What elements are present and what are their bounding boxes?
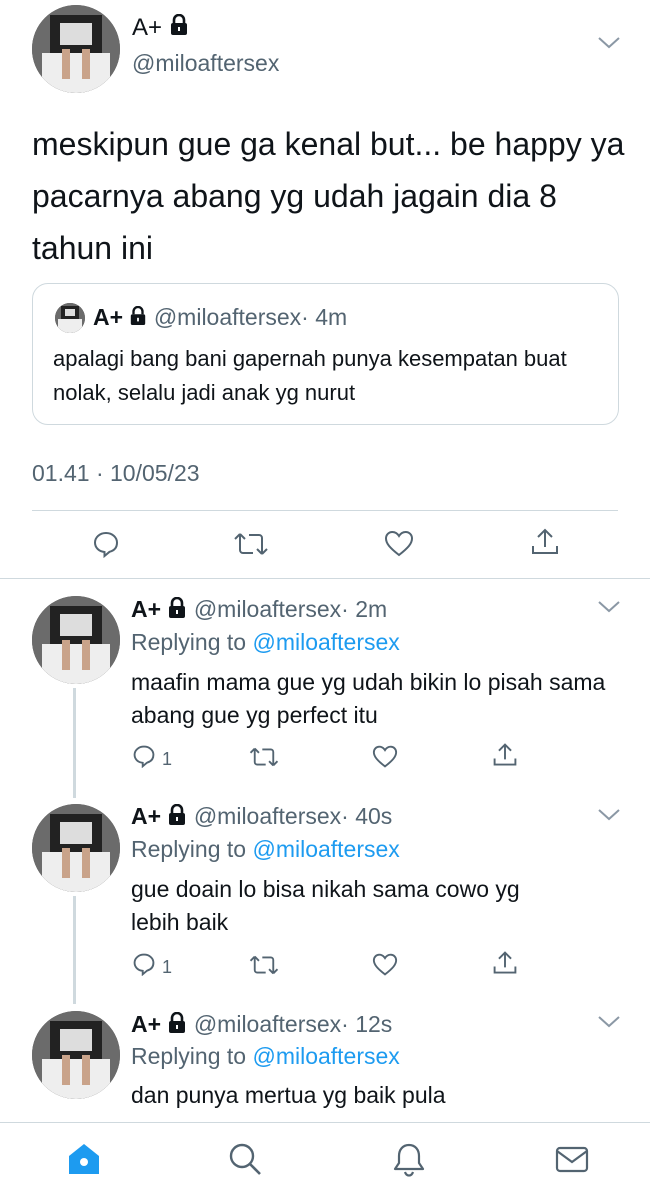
avatar[interactable] xyxy=(32,1011,120,1099)
reply-text: gue doain lo bisa nikah sama cowo yg leb… xyxy=(131,876,520,935)
nav-home-button[interactable] xyxy=(66,1141,102,1177)
tweet-time: · 4m xyxy=(301,304,348,330)
replying-to: Replying to @miloaftersex xyxy=(131,1043,400,1070)
avatar xyxy=(55,303,85,333)
lock-icon xyxy=(129,305,147,332)
replying-to-label: Replying to xyxy=(131,1043,253,1069)
chevron-down-icon[interactable] xyxy=(597,600,621,614)
reply-text: dan punya mertua yg baik pula xyxy=(131,1082,446,1108)
nav-messages-button[interactable] xyxy=(554,1141,590,1177)
share-button[interactable] xyxy=(530,527,560,557)
replying-to-link[interactable]: @miloaftersex xyxy=(252,1043,399,1069)
lock-icon xyxy=(167,1011,187,1040)
username[interactable]: @miloaftersex xyxy=(194,596,341,622)
reply-text: maafin mama gue yg udah bikin lo pisah s… xyxy=(131,669,606,728)
like-button[interactable] xyxy=(372,953,398,977)
reply-header: A+ @miloaftersex· 2m xyxy=(131,596,387,625)
tweet-time: · 12s xyxy=(341,1011,393,1037)
reply-icon xyxy=(132,952,156,976)
share-button[interactable] xyxy=(492,742,518,768)
retweet-icon xyxy=(248,953,280,977)
reply-icon xyxy=(132,744,156,768)
heart-icon xyxy=(372,953,398,977)
chevron-down-icon[interactable] xyxy=(597,808,621,822)
display-name-text: A+ xyxy=(132,14,163,41)
divider xyxy=(0,578,650,579)
display-name-text: A+ xyxy=(93,304,124,330)
replying-to: Replying to @miloaftersex xyxy=(131,836,400,863)
username[interactable]: @miloaftersex xyxy=(132,50,279,77)
reply-icon xyxy=(92,530,120,558)
display-name-text[interactable]: A+ xyxy=(131,596,161,622)
bell-icon xyxy=(392,1141,426,1177)
nav-search-button[interactable] xyxy=(227,1141,263,1177)
replying-to: Replying to @miloaftersex xyxy=(131,629,400,656)
username[interactable]: @miloaftersex xyxy=(194,1011,341,1037)
tweet-text: meskipun gue ga kenal but... be happy ya… xyxy=(32,126,625,266)
retweet-button[interactable] xyxy=(248,953,280,977)
share-button[interactable] xyxy=(492,950,518,976)
tweet-time: · 40s xyxy=(341,803,393,829)
retweet-icon xyxy=(248,745,280,769)
search-icon xyxy=(227,1141,263,1177)
lock-icon xyxy=(167,596,187,625)
username[interactable]: @miloaftersex xyxy=(194,803,341,829)
lock-icon xyxy=(169,13,189,43)
quoted-tweet-header: A+ @miloaftersex· 4m xyxy=(93,304,347,332)
replying-to-link[interactable]: @miloaftersex xyxy=(252,836,399,862)
lock-icon xyxy=(167,803,187,832)
tweet-time: · 2m xyxy=(341,596,388,622)
avatar[interactable] xyxy=(32,596,120,684)
username: @miloaftersex xyxy=(153,304,302,330)
display-name-text[interactable]: A+ xyxy=(131,1011,161,1037)
thread-line xyxy=(73,688,76,798)
reply-header: A+ @miloaftersex· 12s xyxy=(131,1011,392,1040)
replying-to-label: Replying to xyxy=(131,836,253,862)
heart-icon xyxy=(372,745,398,769)
quoted-tweet-text: apalagi bang bani gapernah punya kesempa… xyxy=(53,346,567,405)
tweet-timestamp[interactable]: 01.41 · 10/05/23 xyxy=(32,460,200,487)
share-icon xyxy=(492,950,518,976)
avatar[interactable] xyxy=(32,804,120,892)
chevron-down-icon[interactable] xyxy=(597,1015,621,1029)
bottom-navigation xyxy=(0,1122,650,1200)
retweet-button[interactable] xyxy=(232,530,270,558)
divider xyxy=(32,510,618,511)
chevron-down-icon[interactable] xyxy=(597,36,621,50)
quoted-tweet[interactable]: A+ @miloaftersex· 4m apalagi bang bani g… xyxy=(32,283,619,425)
display-name-text[interactable]: A+ xyxy=(131,803,161,829)
thread-line xyxy=(73,896,76,1004)
reply-button[interactable] xyxy=(132,744,156,768)
reply-button[interactable] xyxy=(92,530,120,558)
nav-notifications-button[interactable] xyxy=(392,1141,426,1177)
like-button[interactable] xyxy=(372,745,398,769)
share-icon xyxy=(530,527,560,557)
display-name[interactable]: A+ xyxy=(132,13,189,43)
reply-header: A+ @miloaftersex· 40s xyxy=(131,803,392,832)
reply-button[interactable] xyxy=(132,952,156,976)
reply-count: 1 xyxy=(162,957,173,977)
retweet-button[interactable] xyxy=(248,745,280,769)
avatar[interactable] xyxy=(32,5,120,93)
reply-count: 1 xyxy=(162,749,173,769)
mail-icon xyxy=(554,1141,590,1177)
home-icon xyxy=(66,1141,102,1177)
retweet-icon xyxy=(232,530,270,558)
replying-to-label: Replying to xyxy=(131,629,253,655)
replying-to-link[interactable]: @miloaftersex xyxy=(252,629,399,655)
share-icon xyxy=(492,742,518,768)
like-button[interactable] xyxy=(384,530,414,558)
heart-icon xyxy=(384,530,414,558)
